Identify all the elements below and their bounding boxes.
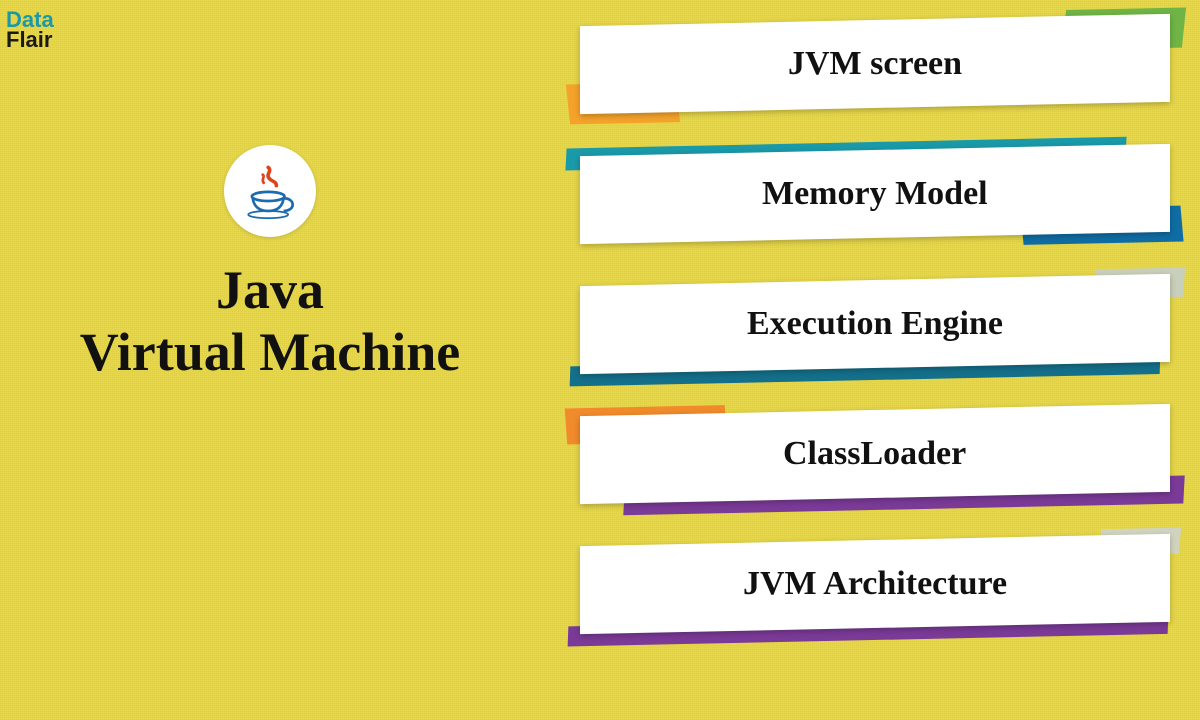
topic-card: JVM screen	[580, 20, 1170, 108]
topic-card-label: JVM Architecture	[743, 565, 1007, 603]
hero-section: Java Virtual Machine	[20, 145, 520, 383]
topic-card-label: Execution Engine	[747, 305, 1003, 343]
topic-card: Memory Model	[580, 150, 1170, 238]
java-icon	[224, 145, 316, 237]
brand-line2: Flair	[6, 30, 54, 50]
page-title-line2: Virtual Machine	[20, 321, 520, 383]
topic-card-label: ClassLoader	[783, 435, 966, 473]
topic-card-label: JVM screen	[788, 45, 962, 83]
topic-card-label: Memory Model	[762, 175, 988, 213]
topic-card: Execution Engine	[580, 280, 1170, 368]
topic-card-list: JVM screen Memory Model Execution Engine…	[580, 20, 1170, 628]
topic-card: ClassLoader	[580, 410, 1170, 498]
topic-card: JVM Architecture	[580, 540, 1170, 628]
brand-logo: Data Flair	[6, 10, 54, 50]
page-title-line1: Java	[20, 259, 520, 321]
